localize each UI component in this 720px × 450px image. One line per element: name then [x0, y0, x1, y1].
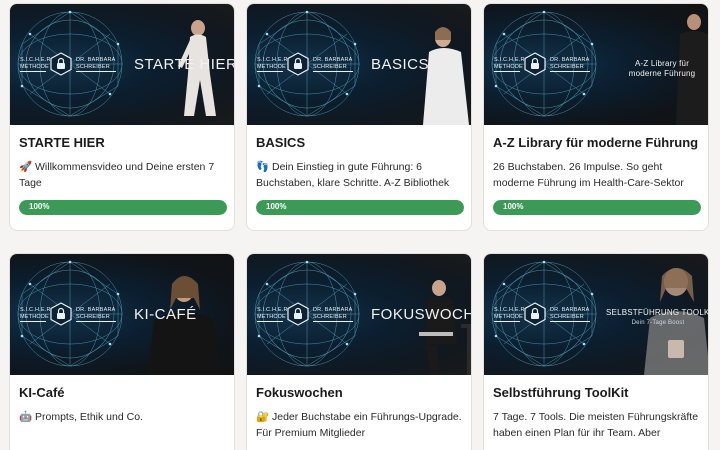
- course-title: STARTE HIER: [19, 135, 105, 150]
- course-title: Selbstführung ToolKit: [493, 385, 629, 400]
- course-description: 🚀 Willkommensvideo und Deine ersten 7 Ta…: [19, 161, 215, 189]
- progress-label: 100%: [503, 202, 524, 211]
- course-description: 26 Buchstaben. 26 Impulse. So geht moder…: [493, 161, 684, 189]
- progress-bar: 100%: [256, 200, 464, 215]
- course-card-a-z-library[interactable]: S.I.C.H.E.R. METHODE DR. BARBARA SCHREIB…: [483, 3, 709, 231]
- brand-logo: S.I.C.H.E.R. METHODE DR. BARBARA SCHREIB…: [257, 52, 353, 76]
- course-card-ki-cafe[interactable]: S.I.C.H.E.R. METHODE DR. BARBARA SCHREIB…: [9, 253, 235, 450]
- course-description: 7 Tage. 7 Tools. Die meisten Führungskrä…: [493, 411, 699, 439]
- lock-icon: [50, 302, 72, 326]
- course-description: 🤖 Prompts, Ethik und Co.: [19, 411, 143, 423]
- progress-bar: 100%: [493, 200, 701, 215]
- lock-icon: [287, 52, 309, 76]
- lock-icon: [287, 302, 309, 326]
- course-thumbnail[interactable]: S.I.C.H.E.R. METHODE DR. BARBARA SCHREIB…: [247, 4, 471, 125]
- course-title: Fokuswochen: [256, 385, 343, 400]
- course-thumbnail[interactable]: S.I.C.H.E.R. METHODE DR. BARBARA SCHREIB…: [247, 254, 471, 375]
- course-thumbnail[interactable]: S.I.C.H.E.R. METHODE DR. BARBARA SCHREIB…: [10, 4, 234, 125]
- course-description: 🔐 Jeder Buchstabe ein Führungs-Upgrade. …: [256, 411, 462, 439]
- course-thumbnail[interactable]: S.I.C.H.E.R. METHODE DR. BARBARA SCHREIB…: [10, 254, 234, 375]
- brand-logo: S.I.C.H.E.R. METHODE DR. BARBARA SCHREIB…: [20, 52, 116, 76]
- course-card-fokuswochen[interactable]: S.I.C.H.E.R. METHODE DR. BARBARA SCHREIB…: [246, 253, 472, 450]
- course-thumbnail[interactable]: S.I.C.H.E.R. METHODE DR. BARBARA SCHREIB…: [484, 254, 708, 375]
- lock-icon: [524, 52, 546, 76]
- brand-logo: S.I.C.H.E.R. METHODE DR. BARBARA SCHREIB…: [20, 302, 116, 326]
- lock-icon: [524, 302, 546, 326]
- course-thumbnail[interactable]: S.I.C.H.E.R. METHODE DR. BARBARA SCHREIB…: [484, 4, 708, 125]
- brand-logo: S.I.C.H.E.R. METHODE DR. BARBARA SCHREIB…: [494, 302, 590, 326]
- course-title: KI-Café: [19, 385, 65, 400]
- progress-label: 100%: [29, 202, 50, 211]
- course-title: BASICS: [256, 135, 306, 150]
- course-card-basics[interactable]: S.I.C.H.E.R. METHODE DR. BARBARA SCHREIB…: [246, 3, 472, 231]
- course-grid: S.I.C.H.E.R. METHODE DR. BARBARA SCHREIB…: [0, 0, 720, 450]
- brand-logo: S.I.C.H.E.R. METHODE DR. BARBARA SCHREIB…: [257, 302, 353, 326]
- course-card-starte-hier[interactable]: S.I.C.H.E.R. METHODE DR. BARBARA SCHREIB…: [9, 3, 235, 231]
- course-card-selbstfuehrung-toolkit[interactable]: S.I.C.H.E.R. METHODE DR. BARBARA SCHREIB…: [483, 253, 709, 450]
- progress-label: 100%: [266, 202, 287, 211]
- course-title: A-Z Library für moderne Führung: [493, 135, 699, 150]
- lock-icon: [50, 52, 72, 76]
- progress-bar: 100%: [19, 200, 227, 215]
- course-description: 👣 Dein Einstieg in gute Führung: 6 Buchs…: [256, 161, 450, 189]
- brand-logo: S.I.C.H.E.R. METHODE DR. BARBARA SCHREIB…: [494, 52, 590, 76]
- person-photo: [423, 27, 469, 125]
